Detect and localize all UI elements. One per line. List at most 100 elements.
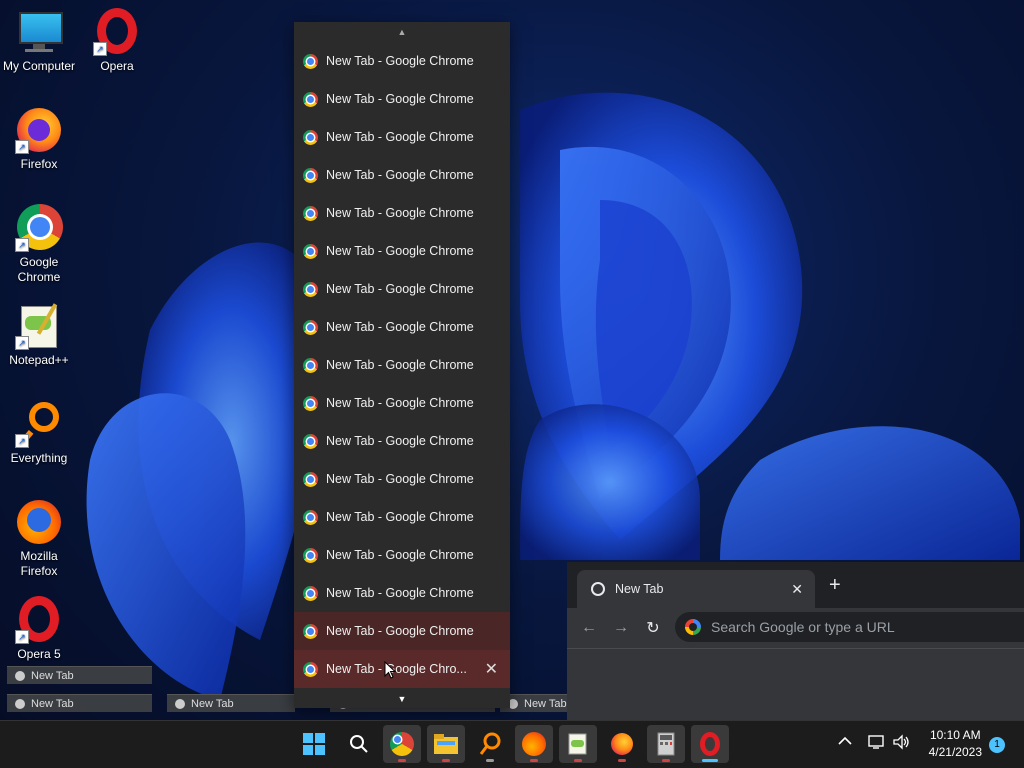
window-list-item[interactable]: New Tab - Google Chrome — [294, 498, 510, 536]
chrome-icon — [303, 281, 318, 297]
window-list-item[interactable]: New Tab - Google Chrome — [294, 384, 510, 422]
search-button[interactable] — [340, 725, 378, 763]
chrome-icon — [15, 671, 25, 681]
window-title: New Tab - Google Chrome — [326, 624, 474, 638]
notification-badge[interactable]: 1 — [989, 737, 1005, 753]
taskbar-firefox[interactable] — [515, 725, 553, 763]
close-window-icon[interactable]: ✕ — [485, 659, 498, 679]
chrome-icon — [303, 585, 318, 601]
window-list-item[interactable]: New Tab - Google Chrome — [294, 536, 510, 574]
shortcut-arrow-icon: ↗ — [93, 42, 107, 56]
magnifier-icon — [479, 732, 501, 755]
chrome-icon — [303, 319, 318, 335]
forward-arrow-icon[interactable]: → — [605, 619, 637, 637]
chrome-icon — [303, 433, 318, 449]
thumbnail-tab[interactable]: New Tab — [167, 694, 295, 712]
taskbar-calculator[interactable] — [647, 725, 685, 763]
desktop-icon-my-computer[interactable]: My Computer — [1, 8, 77, 74]
window-title: New Tab - Google Chrome — [326, 130, 474, 144]
back-arrow-icon[interactable]: ← — [573, 619, 605, 637]
folder-icon — [434, 734, 458, 754]
tab-close-icon[interactable]: ✕ — [791, 581, 803, 598]
volume-icon[interactable] — [892, 734, 910, 753]
thumbnail-label: New Tab — [524, 698, 567, 710]
window-list-item[interactable]: New Tab - Google Chrome — [294, 612, 510, 650]
desktop-icon-firefox[interactable]: ↗ Firefox — [1, 106, 77, 172]
omnibox-input[interactable]: Search Google or type a URL — [675, 612, 1024, 642]
clock-date: 4/21/2023 — [928, 745, 982, 759]
window-list-item[interactable]: New Tab - Google Chrome — [294, 156, 510, 194]
desktop-icon-google-chrome[interactable]: ↗ Google Chrome — [1, 204, 77, 285]
opera-icon: ↗ — [93, 8, 141, 56]
firefox-icon: ↗ — [15, 106, 63, 154]
window-list-item[interactable]: New Tab - Google Chrome — [294, 460, 510, 498]
taskbar-firefox-browser[interactable] — [603, 725, 641, 763]
taskbar-notepad-plus-plus[interactable] — [559, 725, 597, 763]
window-list-item[interactable]: New Tab - Google Chrome — [294, 118, 510, 156]
desktop-icon-label: Opera — [100, 59, 134, 73]
running-indicator — [662, 759, 670, 762]
window-title: New Tab - Google Chrome — [326, 206, 474, 220]
taskbar-file-explorer[interactable] — [427, 725, 465, 763]
desktop-icon-label: Opera 5 — [17, 647, 61, 661]
desktop-icon-mozilla-firefox[interactable]: Mozilla Firefox — [1, 498, 77, 579]
window-list-item[interactable]: New Tab - Google Chrome — [294, 42, 510, 80]
notepad-icon — [568, 733, 587, 755]
shortcut-arrow-icon: ↗ — [15, 434, 29, 448]
taskbar-chrome[interactable] — [383, 725, 421, 763]
window-list-item[interactable]: New Tab - Google Chrome — [294, 346, 510, 384]
window-list-item-hovered[interactable]: New Tab - Google Chro... ✕ — [294, 650, 510, 688]
system-clock[interactable]: 10:10 AM 4/21/2023 — [929, 727, 982, 761]
window-list-item[interactable]: New Tab - Google Chrome — [294, 194, 510, 232]
chrome-icon — [303, 623, 318, 639]
chrome-tab-favicon-icon — [591, 582, 605, 596]
desktop-icon-everything[interactable]: ↗ Everything — [1, 400, 77, 466]
window-list-item[interactable]: New Tab - Google Chrome — [294, 80, 510, 118]
window-list-item[interactable]: New Tab - Google Chrome — [294, 232, 510, 270]
desktop-icon-notepad-plus-plus[interactable]: ↗ Notepad++ — [1, 302, 77, 368]
taskbar-everything[interactable] — [471, 725, 509, 763]
running-indicator — [530, 759, 538, 762]
desktop-icon-opera[interactable]: ↗ Opera — [79, 8, 155, 74]
chrome-window: New Tab ✕ + ← → ↻ Search Google or type … — [567, 562, 1024, 720]
clock-time: 10:10 AM — [929, 728, 981, 742]
chrome-page-content — [567, 648, 1024, 720]
window-list-item[interactable]: New Tab - Google Chrome — [294, 270, 510, 308]
show-hidden-icons-chevron-up-icon[interactable] — [838, 735, 852, 749]
window-list-item[interactable]: New Tab - Google Chrome — [294, 574, 510, 612]
chrome-icon — [303, 91, 318, 107]
chrome-icon — [15, 699, 25, 709]
chrome-icon — [303, 53, 318, 69]
window-title: New Tab - Google Chrome — [326, 320, 474, 334]
window-list-item[interactable]: New Tab - Google Chrome — [294, 308, 510, 346]
reload-icon[interactable]: ↻ — [637, 618, 669, 638]
thumbnail-tab[interactable]: New Tab — [7, 666, 152, 684]
chrome-icon — [175, 699, 185, 709]
opera-icon — [700, 732, 720, 756]
chrome-icon — [303, 471, 318, 487]
window-list-item[interactable]: New Tab - Google Chrome — [294, 422, 510, 460]
chrome-tab-new-tab[interactable]: New Tab ✕ — [577, 570, 815, 608]
thumbnail-tab[interactable]: New Tab — [500, 694, 568, 712]
running-indicator — [574, 759, 582, 762]
window-title: New Tab - Google Chrome — [326, 434, 474, 448]
new-tab-button[interactable]: + — [829, 574, 841, 597]
shortcut-arrow-icon: ↗ — [15, 140, 29, 154]
scroll-down-arrow-icon[interactable]: ▼ — [294, 690, 510, 708]
window-title: New Tab - Google Chrome — [326, 396, 474, 410]
thumbnail-label: New Tab — [31, 698, 74, 710]
chrome-toolbar: ← → ↻ Search Google or type a URL — [567, 608, 1024, 648]
thumbnail-tab[interactable]: New Tab — [7, 694, 152, 712]
scroll-up-arrow-icon[interactable]: ▲ — [294, 22, 510, 42]
taskbar-opera[interactable] — [691, 725, 729, 763]
start-button[interactable] — [295, 725, 333, 763]
chrome-tabstrip: New Tab ✕ + — [567, 562, 1024, 608]
chrome-icon — [303, 547, 318, 563]
desktop-icon-opera-5[interactable]: ↗ Opera 5 — [1, 596, 77, 662]
window-title: New Tab - Google Chrome — [326, 282, 474, 296]
network-icon[interactable] — [868, 734, 886, 753]
magnifier-icon: ↗ — [15, 400, 63, 448]
window-title: New Tab - Google Chro... — [326, 662, 467, 676]
search-icon — [350, 735, 368, 753]
monitor-icon — [15, 8, 63, 56]
